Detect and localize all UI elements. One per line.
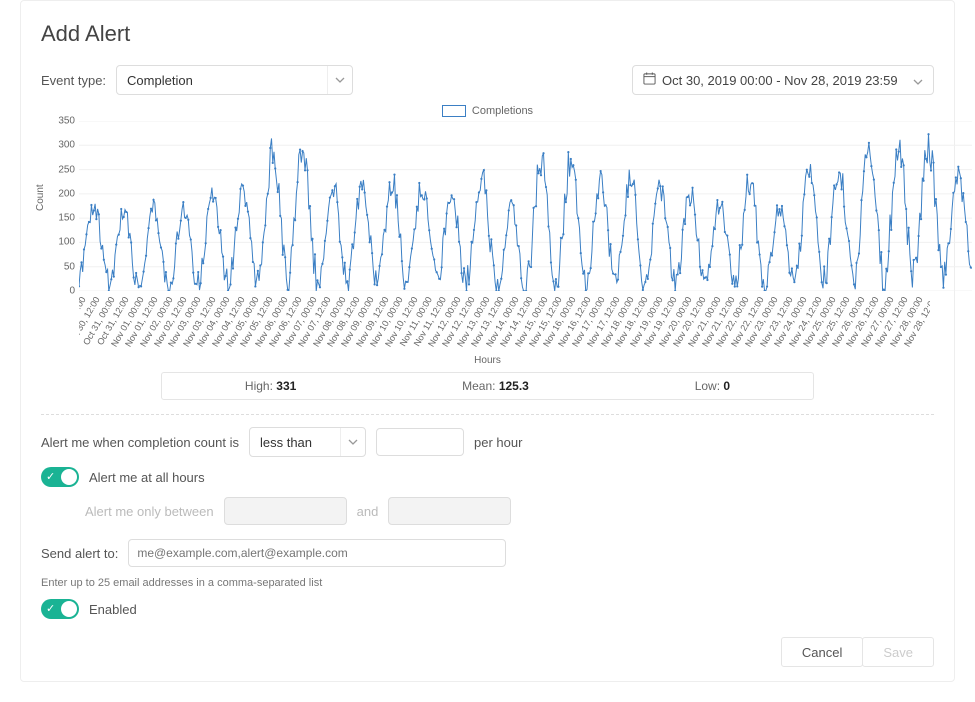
x-axis-label: Hours — [41, 355, 934, 366]
only-between-label: Alert me only between — [85, 504, 214, 519]
y-axis-label: Count — [35, 184, 46, 211]
alert-condition-prefix: Alert me when completion count is — [41, 435, 239, 450]
stat-high-label: High: — [245, 379, 273, 393]
event-type-value: Completion — [117, 73, 327, 88]
chevron-down-icon — [340, 428, 365, 456]
chevron-down-icon — [913, 73, 923, 88]
stat-high-value: 331 — [276, 379, 296, 393]
email-input[interactable] — [128, 539, 506, 567]
stat-low-label: Low: — [695, 379, 720, 393]
legend-label: Completions — [472, 105, 533, 117]
legend-swatch — [442, 105, 466, 117]
date-range-text: Oct 30, 2019 00:00 - Nov 28, 2019 23:59 — [662, 73, 898, 88]
and-label: and — [357, 504, 379, 519]
page-title: Add Alert — [41, 21, 934, 47]
stat-mean-value: 125.3 — [499, 379, 529, 393]
cancel-button[interactable]: Cancel — [781, 637, 863, 667]
divider — [41, 414, 934, 415]
x-axis-ticks: Oct 30, 00:00Oct 30, 12:00Oct 31, 00:00O… — [79, 295, 930, 349]
y-axis-ticks: 050100150200250300350 — [47, 121, 75, 291]
chart: Count 050100150200250300350 Oct 30, 00:0… — [41, 121, 934, 351]
all-hours-toggle[interactable]: ✓ — [41, 467, 79, 487]
email-hint: Enter up to 25 email addresses in a comm… — [41, 577, 934, 589]
chevron-down-icon — [327, 66, 352, 94]
alert-condition-suffix: per hour — [474, 435, 522, 450]
stat-low-value: 0 — [723, 379, 730, 393]
all-hours-label: Alert me at all hours — [89, 470, 205, 485]
send-to-label: Send alert to: — [41, 546, 118, 561]
comparator-select[interactable]: less than — [249, 427, 366, 457]
event-type-label: Event type: — [41, 73, 106, 88]
enabled-label: Enabled — [89, 602, 137, 617]
date-range-picker[interactable]: Oct 30, 2019 00:00 - Nov 28, 2019 23:59 — [632, 65, 934, 95]
chart-plot — [79, 121, 972, 291]
time-from-input — [224, 497, 347, 525]
stats-bar: High: 331 Mean: 125.3 Low: 0 — [161, 372, 814, 400]
stat-mean-label: Mean: — [462, 379, 495, 393]
threshold-input[interactable] — [376, 428, 464, 456]
chart-legend: Completions — [41, 105, 934, 117]
comparator-value: less than — [250, 435, 340, 450]
time-to-input — [388, 497, 511, 525]
enabled-toggle[interactable]: ✓ — [41, 599, 79, 619]
event-type-select[interactable]: Completion — [116, 65, 353, 95]
save-button[interactable]: Save — [862, 637, 934, 667]
calendar-icon — [643, 72, 656, 88]
